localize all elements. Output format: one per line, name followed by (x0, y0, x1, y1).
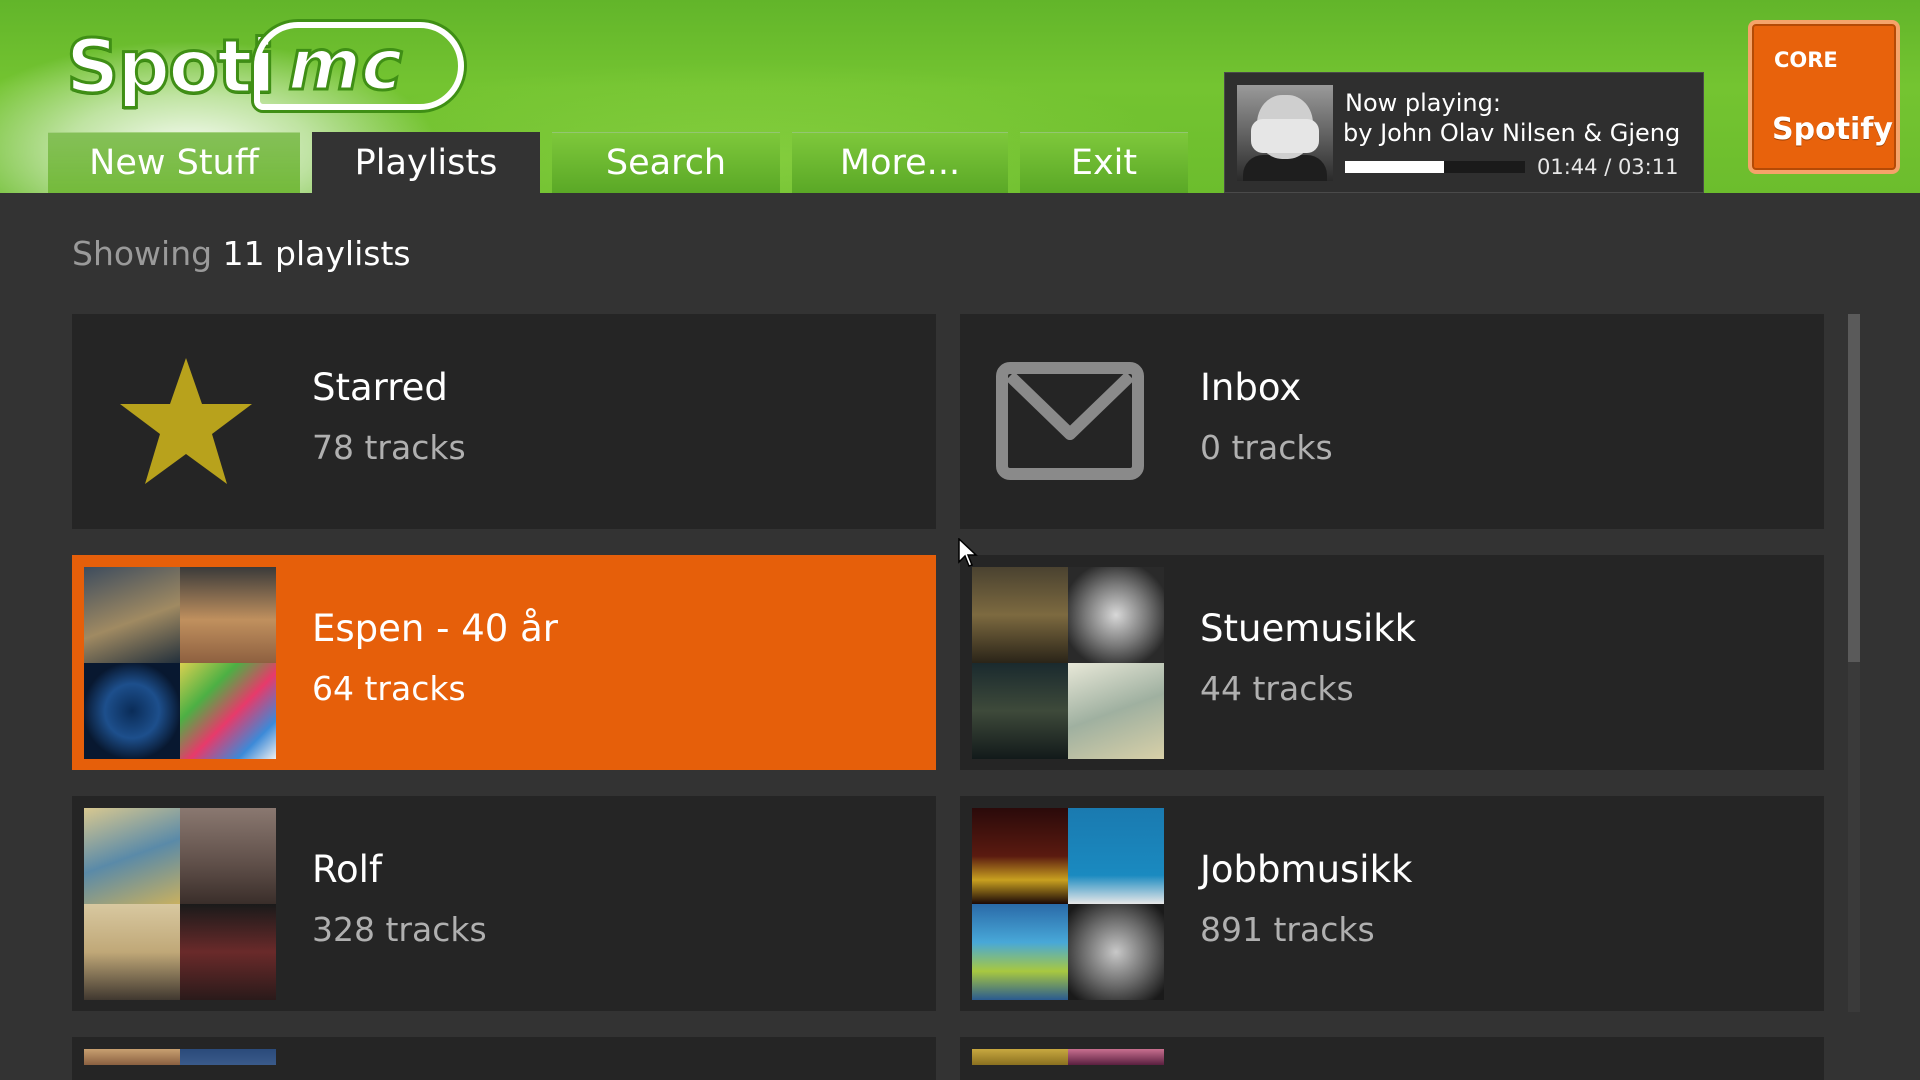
now-playing-cover (1237, 85, 1333, 181)
mouse-cursor-icon (958, 538, 978, 567)
logo-badge: mc (254, 22, 464, 110)
now-playing-panel[interactable]: Now playing: by John Olav Nilsen & Gjeng… (1224, 72, 1704, 193)
playlist-card-stuemusikk[interactable]: Stuemusikk 44 tracks (960, 555, 1824, 770)
album-cover (84, 1049, 180, 1065)
album-cover (84, 904, 180, 1000)
album-cover (84, 567, 180, 663)
playlist-title: Rolf (312, 848, 382, 891)
main-tabs: New Stuff Playlists Search More... Exit (48, 132, 1188, 193)
playlist-card-jobbmusikk[interactable]: Jobbmusikk 891 tracks (960, 796, 1824, 1011)
playlist-card-partial[interactable] (72, 1037, 936, 1080)
album-cover (84, 663, 180, 759)
playlist-title: Jobbmusikk (1200, 848, 1413, 891)
showing-prefix: Showing (72, 234, 213, 273)
now-playing-artist: by John Olav Nilsen & Gjeng (1343, 119, 1681, 147)
playlist-title: Starred (312, 366, 448, 409)
playlist-card-partial[interactable] (960, 1037, 1824, 1080)
progress-fill (1345, 161, 1444, 173)
scrollbar-thumb[interactable] (1848, 314, 1860, 662)
album-cover (180, 567, 276, 663)
playlist-track-count: 78 tracks (312, 428, 466, 467)
playlist-cover-grid (84, 1049, 276, 1080)
core-spotify-badge: CORE Spotify (1748, 20, 1900, 174)
playlist-cover-grid (84, 567, 276, 759)
tab-search[interactable]: Search (552, 132, 780, 193)
mail-icon (996, 362, 1144, 480)
tab-new-stuff[interactable]: New Stuff (48, 132, 300, 193)
album-cover (1068, 1049, 1164, 1065)
playlist-card-espen[interactable]: Espen - 40 år 64 tracks (72, 555, 936, 770)
playlist-track-count: 328 tracks (312, 910, 487, 949)
star-icon (120, 358, 252, 484)
core-label: CORE (1774, 48, 1838, 72)
playlist-cover-grid (972, 1049, 1164, 1080)
tab-exit[interactable]: Exit (1020, 132, 1188, 193)
album-cover (972, 904, 1068, 1000)
album-cover (1068, 904, 1164, 1000)
album-cover (972, 808, 1068, 904)
album-cover (1068, 808, 1164, 904)
app-logo: Spoti mc (62, 18, 464, 113)
playlist-scrollbar[interactable] (1848, 314, 1860, 1012)
header-bar: Spoti mc New Stuff Playlists Search More… (0, 0, 1920, 193)
album-cover (180, 904, 276, 1000)
playlist-track-count: 64 tracks (312, 669, 466, 708)
playlist-card-starred[interactable]: Starred 78 tracks (72, 314, 936, 529)
playlist-cover-grid (972, 567, 1164, 759)
showing-count: 11 playlists (222, 234, 411, 273)
now-playing-label: Now playing: (1345, 89, 1501, 117)
album-cover (84, 808, 180, 904)
album-cover (972, 1049, 1068, 1065)
logo-text: Spoti (65, 23, 278, 112)
album-cover (972, 567, 1068, 663)
playlist-count-text: Showing 11 playlists (72, 234, 411, 273)
playlist-track-count: 891 tracks (1200, 910, 1375, 949)
now-playing-progress (1345, 161, 1525, 173)
playlist-title: Espen - 40 år (312, 607, 558, 650)
playlist-title: Stuemusikk (1200, 607, 1417, 650)
playlist-title: Inbox (1200, 366, 1302, 409)
album-cover (972, 663, 1068, 759)
playlist-card-rolf[interactable]: Rolf 328 tracks (72, 796, 936, 1011)
album-cover (180, 808, 276, 904)
album-cover (1068, 663, 1164, 759)
spotify-label: Spotify (1772, 112, 1893, 147)
playlist-track-count: 0 tracks (1200, 428, 1333, 467)
playlist-card-inbox[interactable]: Inbox 0 tracks (960, 314, 1824, 529)
tab-playlists[interactable]: Playlists (312, 132, 540, 193)
now-playing-time: 01:44 / 03:11 (1537, 155, 1679, 179)
album-cover (1068, 567, 1164, 663)
playlist-cover-grid (84, 808, 276, 1000)
playlist-track-count: 44 tracks (1200, 669, 1354, 708)
tab-more[interactable]: More... (792, 132, 1008, 193)
album-cover (180, 1049, 276, 1065)
album-cover (180, 663, 276, 759)
logo-suffix: mc (286, 23, 403, 108)
playlist-cover-grid (972, 808, 1164, 1000)
